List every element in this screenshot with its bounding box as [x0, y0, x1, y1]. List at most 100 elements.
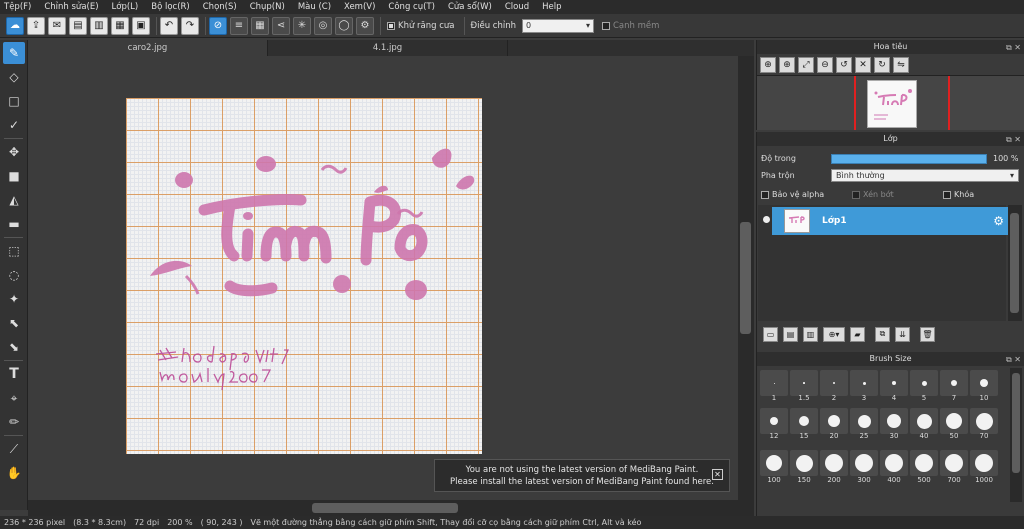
- reset-view-icon[interactable]: ✕: [855, 56, 871, 73]
- grid-icon[interactable]: ▦: [111, 16, 129, 35]
- undo-icon[interactable]: ↶: [160, 16, 178, 35]
- brush-size-option[interactable]: [850, 450, 878, 476]
- rotate-right-icon[interactable]: ↻: [874, 56, 890, 73]
- scroll-thumb[interactable]: [1010, 213, 1019, 313]
- redo-icon[interactable]: ↷: [181, 16, 199, 35]
- canvas-horizontal-scrollbar[interactable]: [28, 500, 754, 516]
- zoom-in-icon[interactable]: ⊕: [760, 56, 776, 73]
- text-tool-icon[interactable]: T: [3, 363, 25, 385]
- panel-controls-icon[interactable]: ⧉ ✕: [1006, 133, 1021, 147]
- divide-tool-icon[interactable]: ✏: [3, 411, 25, 433]
- close-icon[interactable]: ✕: [712, 469, 723, 480]
- brush-size-option[interactable]: [820, 408, 848, 434]
- lasso-tool-icon[interactable]: ◌: [3, 264, 25, 286]
- operation-tool-icon[interactable]: ⌖: [3, 387, 25, 409]
- clipping-checkbox[interactable]: [852, 190, 860, 199]
- document-icon[interactable]: ▤: [69, 16, 87, 35]
- hand-tool-icon[interactable]: ✋: [3, 462, 25, 484]
- duplicate-layer-icon[interactable]: ⧉: [875, 326, 890, 342]
- brush-size-option[interactable]: [760, 450, 788, 476]
- folder-icon[interactable]: ▰: [850, 326, 865, 342]
- brush-size-option[interactable]: [760, 408, 788, 434]
- brush-size-option[interactable]: [790, 450, 818, 476]
- brush-size-option[interactable]: [970, 450, 998, 476]
- brush-size-scrollbar[interactable]: [1010, 368, 1022, 502]
- new-halftone-layer-icon[interactable]: ▤: [783, 326, 798, 342]
- menu-select[interactable]: Chọn(S): [203, 2, 237, 12]
- concentric-snap-icon[interactable]: ◎: [314, 16, 332, 35]
- opacity-slider[interactable]: [831, 153, 987, 164]
- tab-4-1[interactable]: 4.1.jpg: [268, 40, 508, 56]
- comment-icon[interactable]: ✉: [48, 16, 66, 35]
- smooth-option[interactable]: Cạnh mềm: [601, 21, 659, 31]
- brush-size-option[interactable]: [760, 370, 788, 396]
- menu-view[interactable]: Xem(V): [344, 2, 375, 12]
- brush-size-option[interactable]: [970, 370, 998, 396]
- scroll-thumb[interactable]: [1012, 373, 1020, 473]
- select-brush-icon[interactable]: ⬉: [3, 312, 25, 334]
- layer-item[interactable]: Lớp1 ⚙: [772, 207, 1008, 235]
- brush-size-option[interactable]: [910, 450, 938, 476]
- trash-icon[interactable]: 🗑: [920, 326, 935, 342]
- brush-size-option[interactable]: [790, 370, 818, 396]
- flip-icon[interactable]: ⇋: [893, 56, 909, 73]
- zoom-fit-icon[interactable]: ⊕: [779, 56, 795, 73]
- cross-snap-icon[interactable]: ▦: [251, 16, 269, 35]
- canvas-area[interactable]: [28, 56, 738, 500]
- brush-size-option[interactable]: [820, 450, 848, 476]
- magic-wand-icon[interactable]: ✦: [3, 288, 25, 310]
- brush-size-option[interactable]: [880, 408, 908, 434]
- protect-alpha-checkbox[interactable]: [761, 190, 769, 199]
- brush-size-option[interactable]: [850, 370, 878, 396]
- eyedropper-icon[interactable]: ⟋: [3, 438, 25, 460]
- tab-caro2[interactable]: caro2.jpg: [28, 40, 268, 56]
- brush-size-option[interactable]: [940, 370, 968, 396]
- blend-select[interactable]: Bình thường ▾: [831, 169, 1019, 182]
- brush-size-option[interactable]: [910, 408, 938, 434]
- radial-snap-icon[interactable]: ✳: [293, 16, 311, 35]
- select-eraser-icon[interactable]: ⬊: [3, 336, 25, 358]
- rect-select-icon[interactable]: ⬚: [3, 240, 25, 262]
- brush-size-option[interactable]: [970, 408, 998, 434]
- curve-snap-icon[interactable]: ◯: [335, 16, 353, 35]
- brush-tool-icon[interactable]: ✎: [3, 42, 25, 64]
- canvas-vertical-scrollbar[interactable]: [738, 56, 754, 500]
- lock-checkbox[interactable]: [943, 190, 951, 199]
- brush-size-option[interactable]: [820, 370, 848, 396]
- panel-controls-icon[interactable]: ⧉ ✕: [1006, 353, 1021, 367]
- add-layer-menu-icon[interactable]: ⊕▾: [823, 326, 845, 342]
- brush-size-option[interactable]: [880, 370, 908, 396]
- menu-snap[interactable]: Chụp(N): [250, 2, 285, 12]
- cloud-icon[interactable]: ☁: [6, 16, 24, 35]
- layer-list-scrollbar[interactable]: [1008, 205, 1022, 321]
- drawing-canvas[interactable]: [126, 98, 482, 454]
- menu-cloud[interactable]: Cloud: [505, 2, 529, 12]
- menu-layer[interactable]: Lớp(L): [112, 2, 139, 12]
- adjust-select[interactable]: 0 ▾: [521, 18, 594, 33]
- antialias-checkbox[interactable]: [387, 21, 395, 30]
- brush-size-option[interactable]: [910, 370, 938, 396]
- select-pen-icon[interactable]: ✓: [3, 114, 25, 136]
- menu-file[interactable]: Tệp(F): [4, 2, 31, 12]
- brush-size-option[interactable]: [940, 408, 968, 434]
- gradient-tool-icon[interactable]: ▬: [3, 213, 25, 235]
- brush-size-option[interactable]: [940, 450, 968, 476]
- rotate-left-icon[interactable]: ↺: [836, 56, 852, 73]
- rectangle-fill-icon[interactable]: ■: [3, 165, 25, 187]
- menu-tools[interactable]: Công cụ(T): [388, 2, 435, 12]
- navigator-preview[interactable]: [757, 76, 1024, 130]
- scroll-thumb[interactable]: [312, 503, 458, 513]
- fit-screen-icon[interactable]: ⤢: [798, 56, 814, 73]
- zoom-out-icon[interactable]: ⊖: [817, 56, 833, 73]
- vanish-snap-icon[interactable]: ⋖: [272, 16, 290, 35]
- scroll-thumb[interactable]: [740, 222, 751, 334]
- snap-settings-icon[interactable]: ⚙: [356, 16, 374, 35]
- snap-off-icon[interactable]: ⊘: [209, 16, 227, 35]
- brush-size-option[interactable]: [880, 450, 908, 476]
- bucket-tool-icon[interactable]: ◭: [3, 189, 25, 211]
- dot-tool-icon[interactable]: □: [3, 90, 25, 112]
- eye-icon[interactable]: [763, 216, 770, 223]
- panel-controls-icon[interactable]: ⧉ ✕: [1006, 41, 1021, 55]
- new-8bit-layer-icon[interactable]: ▥: [803, 326, 818, 342]
- menu-window[interactable]: Cửa sổ(W): [448, 2, 492, 12]
